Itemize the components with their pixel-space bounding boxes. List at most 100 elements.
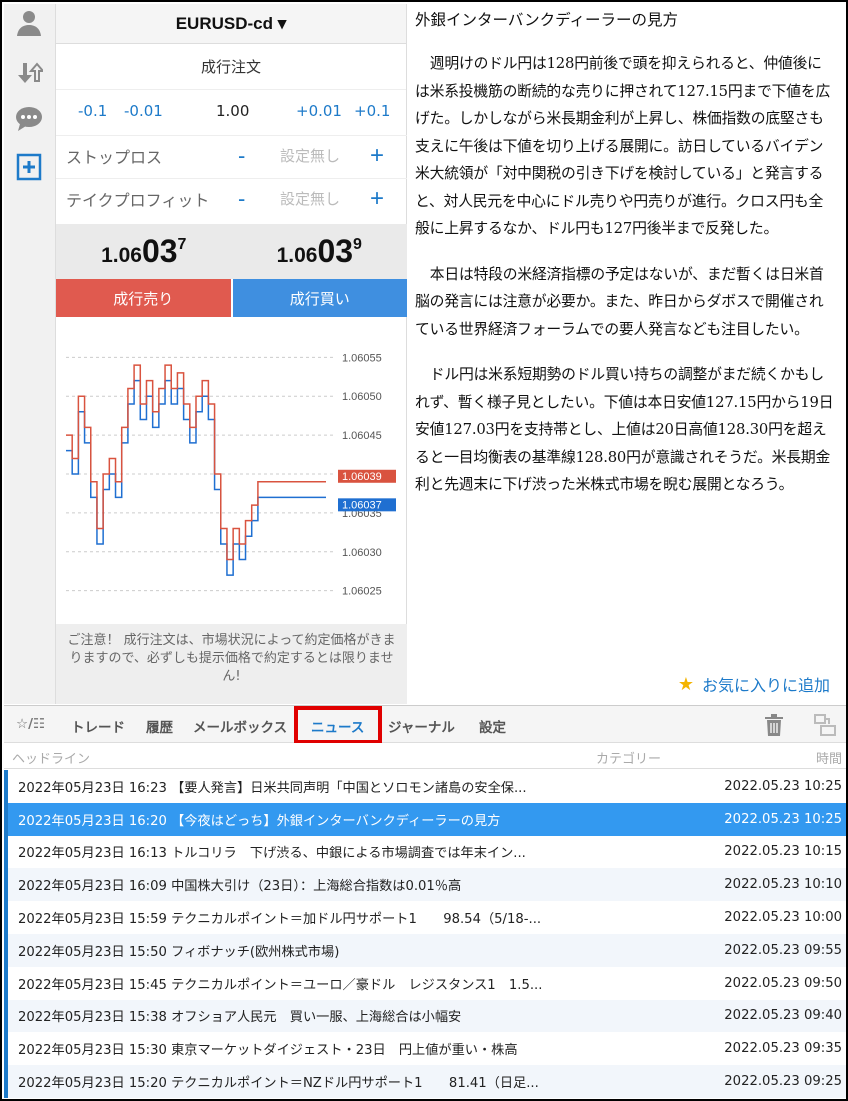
column-category[interactable]: カテゴリー [596,748,661,767]
chat-icon[interactable] [14,104,44,134]
stop-loss-row: ストップロス - 設定無し + [56,135,407,175]
add-favorite-button[interactable]: ★ お気に入りに追加 [678,672,830,696]
news-time: 2022.05.23 10:25 [724,778,842,794]
news-time: 2022.05.23 09:50 [724,975,842,991]
volume-plus-0-1-button[interactable]: +0.1 [354,102,390,120]
order-panel: EURUSD-cd ▾ 成行注文 -0.1 -0.01 1.00 +0.01 +… [56,4,407,704]
stop-loss-minus-button[interactable]: - [238,143,245,169]
ask-price-fraction: 9 [353,236,362,253]
article-paragraph: 週明けのドル円は128円前後で頭を抑えられると、仲値後には米系投機筋の断続的な売… [415,55,831,237]
news-headline: 2022年05月23日 16:13 トルコリラ 下げ渋る、中銀による市場調査では… [18,846,526,862]
market-sell-button[interactable]: 成行売り [56,279,231,317]
news-headline: 2022年05月23日 15:50 フィボナッチ(欧州株式市場) [18,944,340,960]
chart-y-tick: 1.06055 [342,352,382,364]
ask-line [66,364,326,561]
highlight-box [294,706,382,744]
news-row[interactable]: 2022年05月23日 16:13 トルコリラ 下げ渋る、中銀による市場調査では… [4,835,846,869]
tab-trade[interactable]: トレード [71,716,125,736]
price-display: 1.06 03 7 1.06 03 9 [56,224,407,279]
news-headline: 2022年05月23日 15:59 テクニカルポイント＝加ドル円サポート1 98… [18,912,542,928]
bid-price-prefix: 1.06 [101,243,142,267]
ask-price-pips: 03 [317,233,354,269]
tab-mailbox[interactable]: メールボックス [193,716,287,736]
chart-y-tick: 1.06030 [342,547,382,559]
news-headline: 2022年05月23日 16:09 中国株大引け（23日）：上海総合指数は0.0… [18,879,462,895]
article-paragraph: ドル円は米系短期勢のドル買い持ちの調整がまだ続くかもしれず、暫く様子見としたい。… [415,366,834,493]
new-order-icon[interactable] [14,152,44,182]
article-title: 外銀インターバンクディーラーの見方 [415,11,679,29]
take-profit-label: テイクプロフィット [66,190,210,210]
volume-value[interactable]: 1.00 [216,102,249,120]
stop-loss-field[interactable]: 設定無し [280,145,340,166]
news-row[interactable]: 2022年05月23日 16:20 【今夜はどっち】外銀インターバンクディーラー… [4,802,846,836]
news-time: 2022.05.23 10:00 [724,910,842,926]
bid-price-fraction: 7 [177,236,187,253]
ask-price-prefix: 1.06 [276,243,318,267]
news-row[interactable]: 2022年05月23日 15:30 東京マーケットダイジェスト・23日 円上値が… [4,1032,846,1066]
news-headline: 2022年05月23日 16:20 【今夜はどっち】外銀インターバンクディーラー… [18,813,501,829]
article-paragraph: 本日は特段の米経済指標の予定はないが、まだ暫くは日米首脳の発言には注意が必要か。… [415,265,824,338]
news-row[interactable]: 2022年05月23日 15:50 フィボナッチ(欧州株式市場) 2022.05.… [4,933,846,967]
toolbox-tabs: ☆/☷ トレード 履歴 メールボックス ニュース ジャーナル 設定 [4,705,846,744]
app-window: EURUSD-cd ▾ 成行注文 -0.1 -0.01 1.00 +0.01 +… [0,0,848,1101]
news-headline: 2022年05月23日 15:38 オフショア人民元 買い一服、上海総合は小幅安 [18,1010,462,1026]
news-time: 2022.05.23 09:55 [724,942,842,958]
volume-minus-0-1-button[interactable]: -0.1 [78,102,107,120]
news-time: 2022.05.23 10:25 [724,811,842,827]
chart-y-tick: 1.06050 [342,391,382,403]
chart-y-tick: 1.06025 [342,586,382,598]
order-type[interactable]: 成行注文 [56,44,406,90]
news-row[interactable]: 2022年05月23日 16:23 【要人発言】日米共同声明「中国とソロモン諸島… [4,770,846,803]
volume-minus-0-01-button[interactable]: -0.01 [124,102,163,120]
symbol-selector[interactable]: EURUSD-cd ▾ [56,4,406,44]
news-column-header: ヘッドライン カテゴリー 時間 [4,743,846,769]
news-row[interactable]: 2022年05月23日 15:38 オフショア人民元 買い一服、上海総合は小幅安… [4,999,846,1033]
news-headline: 2022年05月23日 15:30 東京マーケットダイジェスト・23日 円上値が… [18,1043,518,1059]
news-time: 2022.05.23 09:25 [724,1074,842,1090]
news-article: 外銀インターバンクディーラーの見方 週明けのドル円は128円前後で頭を抑えられる… [415,10,835,517]
side-icon-bar [4,4,56,704]
column-headline[interactable]: ヘッドライン [12,748,90,767]
stop-loss-plus-button[interactable]: + [370,142,384,170]
star-icon: ★ [677,673,694,695]
take-profit-row: テイクプロフィット - 設定無し + [56,178,407,218]
take-profit-field[interactable]: 設定無し [280,188,340,209]
news-time: 2022.05.23 09:35 [724,1041,842,1057]
news-headline: 2022年05月23日 16:23 【要人発言】日米共同声明「中国とソロモン諸島… [18,780,527,796]
news-time: 2022.05.23 09:40 [724,1008,842,1024]
tab-settings[interactable]: 設定 [479,716,506,736]
volume-row: -0.1 -0.01 1.00 +0.01 +0.1 [56,90,406,132]
tick-chart: 1.060551.060501.060451.060401.060351.060… [66,352,396,598]
bid-price-tag-label: 1.06037 [342,499,382,511]
order-buttons: 成行売り 成行買い [56,279,407,317]
market-buy-button[interactable]: 成行買い [232,279,407,317]
bid-price-pips: 03 [141,233,178,269]
bid-price: 1.06 03 7 [56,224,232,279]
stop-loss-label: ストップロス [66,147,163,167]
ask-price: 1.06 03 9 [232,224,408,279]
chart-y-tick: 1.06045 [342,430,382,442]
add-favorite-label: お気に入りに追加 [701,676,830,695]
news-list: 2022年05月23日 16:23 【要人発言】日米共同声明「中国とソロモン諸島… [4,770,846,1098]
news-headline: 2022年05月23日 15:20 テクニカルポイント＝NZドル円サポート1 8… [18,1076,539,1092]
account-icon[interactable] [14,8,44,38]
tab-journal[interactable]: ジャーナル [388,716,455,736]
take-profit-minus-button[interactable]: - [238,186,245,212]
take-profit-plus-button[interactable]: + [370,185,384,213]
news-row[interactable]: 2022年05月23日 16:09 中国株大引け（23日）：上海総合指数は0.0… [4,868,846,902]
news-time: 2022.05.23 10:10 [724,877,842,893]
tab-history[interactable]: 履歴 [146,716,173,736]
news-headline: 2022年05月23日 15:45 テクニカルポイント＝ユーロ／豪ドル レジスタ… [18,977,543,993]
ask-price-tag-label: 1.06039 [342,471,382,483]
news-row[interactable]: 2022年05月23日 15:59 テクニカルポイント＝加ドル円サポート1 98… [4,901,846,934]
news-row[interactable]: 2022年05月23日 15:45 テクニカルポイント＝ユーロ／豪ドル レジスタ… [4,966,846,1000]
column-time[interactable]: 時間 [816,748,842,767]
order-notice: ご注意！ 成行注文は、市場状況によって約定価格がきまりますので、必ずしも提示価格… [56,624,407,704]
news-row[interactable]: 2022年05月23日 15:20 テクニカルポイント＝NZドル円サポート1 8… [4,1065,846,1098]
volume-plus-0-01-button[interactable]: +0.01 [296,102,342,120]
detach-window-icon[interactable] [814,714,836,740]
news-time: 2022.05.23 10:15 [724,844,842,860]
trade-transfer-icon[interactable] [14,58,44,88]
trash-icon[interactable] [764,714,784,740]
view-toggle-icon[interactable]: ☆/☷ [16,716,45,732]
